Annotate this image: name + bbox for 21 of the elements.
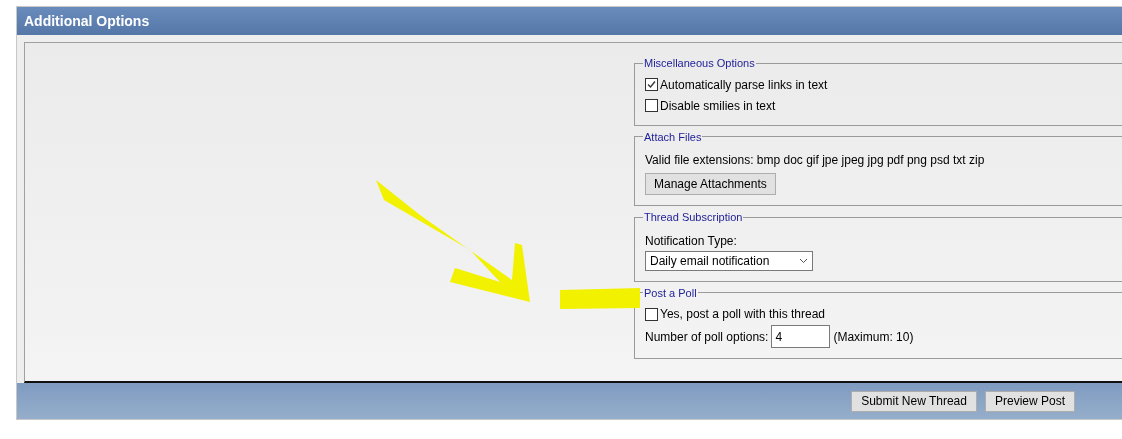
checkbox-label: Yes, post a poll with this thread: [660, 306, 825, 323]
checkbox[interactable]: [645, 99, 658, 112]
preview-button[interactable]: Preview Post: [984, 390, 1075, 412]
checkbox-label: Disable smilies in text: [660, 97, 776, 115]
checkbox-label: Automatically parse links in text: [660, 76, 828, 94]
fieldset-legend: Post a Poll: [643, 284, 698, 301]
poll-options-field[interactable]: 4: [771, 325, 831, 348]
poll-options-label: Number of poll options:: [645, 328, 769, 346]
fieldset-legend: Thread Subscription: [643, 209, 744, 226]
manage-attachments-button[interactable]: Manage Attachments: [645, 173, 776, 195]
extensions-text: Valid file extensions: bmp doc gif jpe jpeg jpg pdf png psd txt zip: [645, 152, 985, 169]
fieldset-legend: Miscellaneous Options: [643, 55, 756, 72]
checkbox[interactable]: [645, 307, 658, 321]
notification-select[interactable]: Daily email notification: [645, 250, 813, 271]
maximum-note: (Maximum: 10): [833, 328, 914, 346]
checkbox[interactable]: [645, 78, 658, 91]
notification-label: Notification Type:: [645, 232, 737, 250]
submit-button[interactable]: Submit New Thread: [851, 390, 977, 412]
window-title: Additional Options: [17, 7, 1122, 35]
chevron-down-icon: [799, 257, 808, 264]
fieldset-legend: Attach Files: [643, 128, 703, 145]
